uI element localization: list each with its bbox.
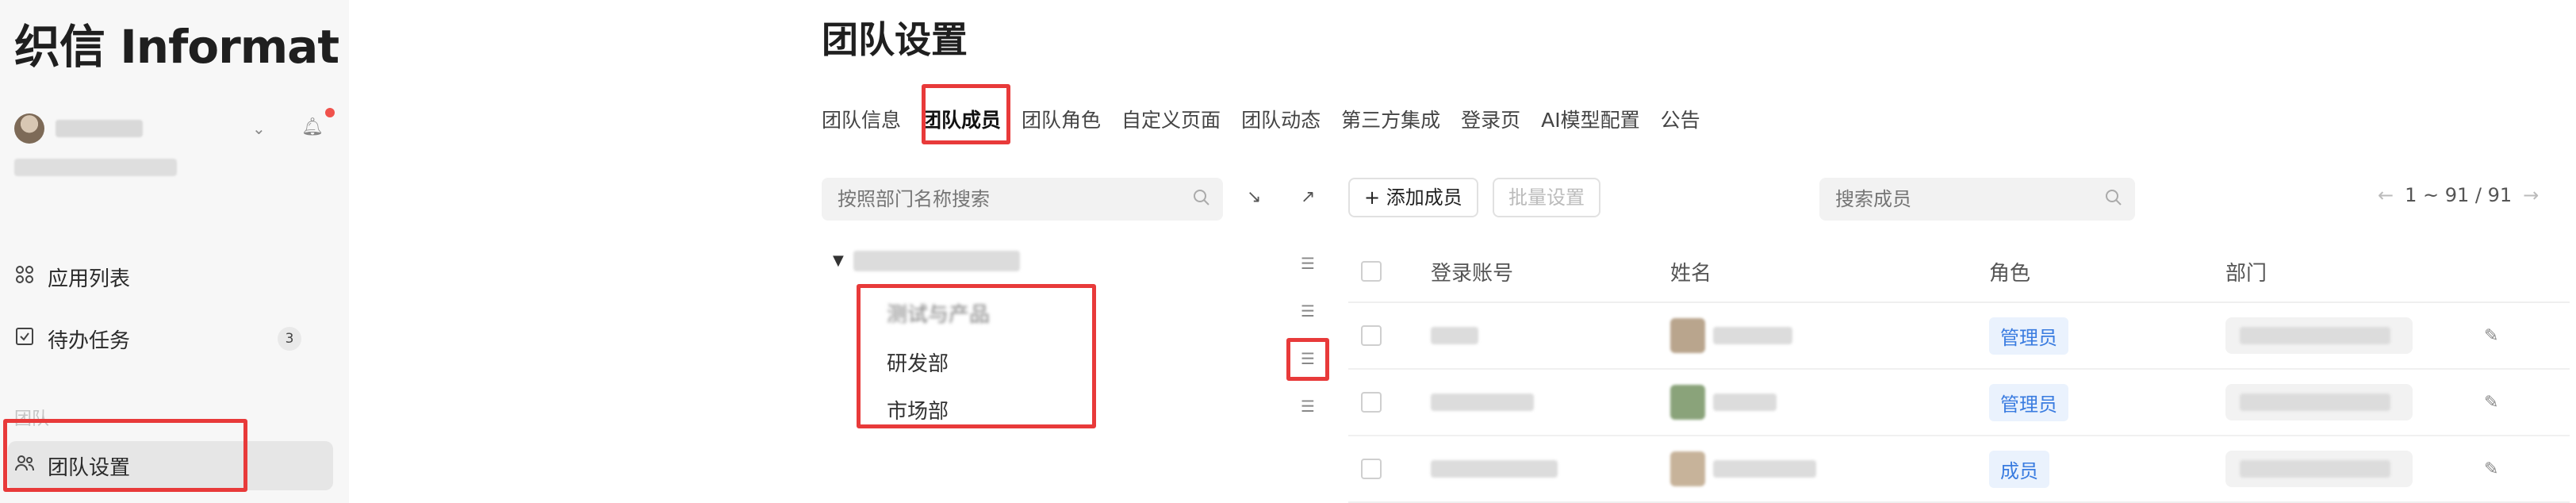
dept-cell — [2225, 317, 2413, 354]
batch-settings-button[interactable]: 批量设置 — [1493, 178, 1600, 217]
tab-ai-model[interactable]: AI模型配置 — [1541, 105, 1639, 136]
sidebar-item-label: 应用列表 — [48, 267, 131, 291]
workspace-name — [56, 120, 143, 137]
role-cell: 管理员 — [1989, 317, 2068, 355]
tab-team-roles[interactable]: 团队角色 — [1022, 105, 1101, 136]
tree-root-node[interactable] — [853, 251, 1020, 271]
column-header-account: 登录账号 — [1431, 261, 1514, 286]
dept-search-field[interactable] — [822, 178, 1223, 221]
sidebar-item-apps[interactable]: 应用列表 — [8, 252, 333, 301]
filter-settings-icon[interactable]: ☰ — [1301, 397, 1315, 416]
prev-page-icon[interactable]: ← — [2378, 184, 2394, 206]
account-cell — [1431, 460, 1558, 478]
checkbox-icon — [13, 327, 36, 351]
filter-settings-icon[interactable]: ☰ — [1301, 254, 1315, 273]
dept-search-input[interactable] — [822, 178, 1223, 221]
row-checkbox[interactable] — [1361, 325, 1382, 346]
tab-team-activity[interactable]: 团队动态 — [1241, 105, 1321, 136]
expand-all-icon[interactable]: ↗ — [1301, 187, 1315, 207]
avatar — [1670, 318, 1705, 353]
task-count-badge: 3 — [278, 327, 301, 351]
tab-integrations[interactable]: 第三方集成 — [1341, 105, 1440, 136]
name-cell — [1670, 385, 1777, 420]
name-text — [1713, 460, 1816, 478]
chevron-down-icon[interactable]: ⌄ — [252, 119, 266, 138]
pagination: ← 1 ~ 91 / 91 → — [2367, 184, 2550, 206]
next-page-icon[interactable]: → — [2523, 184, 2539, 206]
name-cell — [1670, 451, 1816, 486]
dept-text — [2240, 460, 2390, 478]
tab-login-page[interactable]: 登录页 — [1461, 105, 1520, 136]
name-text — [1713, 327, 1792, 344]
row-checkbox[interactable] — [1361, 459, 1382, 479]
notification-dot — [325, 108, 335, 117]
name-cell — [1670, 318, 1792, 353]
edit-icon[interactable]: ✎ — [2484, 393, 2498, 413]
sidebar-item-label: 待办任务 — [48, 328, 131, 353]
role-tag: 管理员 — [1989, 317, 2068, 355]
sidebar-item-tasks[interactable]: 待办任务 3 — [8, 314, 333, 363]
workspace-avatar — [14, 113, 44, 144]
collapse-all-icon[interactable]: ↘ — [1247, 187, 1261, 207]
dept-cell — [2225, 451, 2413, 487]
highlight-box-filter-icon — [1286, 338, 1329, 381]
role-cell: 成员 — [1989, 450, 2049, 488]
avatar — [1670, 385, 1705, 420]
table-header: 登录账号 姓名 角色 部门 — [1348, 241, 2570, 303]
search-icon — [1193, 189, 1210, 211]
dept-cell — [2225, 384, 2413, 420]
dept-text — [2240, 327, 2390, 344]
tab-announcements[interactable]: 公告 — [1661, 105, 1700, 136]
filter-settings-icon[interactable]: ☰ — [1301, 301, 1315, 321]
pagination-text: 1 ~ 91 / 91 — [2405, 184, 2513, 206]
column-header-name: 姓名 — [1670, 261, 1712, 286]
account-cell — [1431, 327, 1478, 344]
role-tag: 管理员 — [1989, 383, 2068, 421]
table-row[interactable]: 成员 ✎ — [1348, 436, 2570, 503]
account-cell — [1431, 394, 1534, 411]
table-row[interactable]: 管理员 ✎ — [1348, 370, 2570, 436]
workspace-subtitle — [14, 159, 177, 176]
tab-team-info[interactable]: 团队信息 — [822, 105, 901, 136]
members-table: 登录账号 姓名 角色 部门 管理员 ✎ 管理员 ✎ 成员 ✎ — [1348, 241, 2570, 503]
role-tag: 成员 — [1989, 450, 2049, 488]
grid-icon — [13, 265, 36, 289]
select-all-checkbox[interactable] — [1361, 261, 1382, 282]
role-cell: 管理员 — [1989, 383, 2068, 421]
search-icon — [2105, 189, 2122, 211]
dept-text — [2240, 394, 2390, 411]
app-logo: 织信 Informat — [14, 20, 339, 74]
member-search-input[interactable] — [1819, 178, 2135, 221]
edit-icon[interactable]: ✎ — [2484, 459, 2498, 479]
column-header-role: 角色 — [1989, 261, 2031, 286]
caret-down-icon[interactable]: ▼ — [833, 252, 844, 269]
column-header-dept: 部门 — [2225, 261, 2267, 286]
highlight-box-departments — [857, 284, 1096, 428]
avatar — [1670, 451, 1705, 486]
edit-icon[interactable]: ✎ — [2484, 326, 2498, 346]
member-search-field[interactable] — [1819, 178, 2135, 221]
add-member-button[interactable]: + 添加成员 — [1348, 178, 1478, 217]
page-title: 团队设置 — [822, 18, 968, 61]
table-row[interactable]: 管理员 ✎ — [1348, 303, 2570, 370]
bell-icon[interactable]: 🔔︎ — [301, 117, 324, 137]
workspace-switcher[interactable]: ⌄ 🔔︎ — [14, 108, 335, 144]
highlight-box-members-tab — [922, 84, 1010, 144]
name-text — [1713, 394, 1777, 411]
tab-custom-pages[interactable]: 自定义页面 — [1121, 105, 1221, 136]
row-checkbox[interactable] — [1361, 392, 1382, 413]
highlight-box-team-settings — [3, 419, 247, 492]
